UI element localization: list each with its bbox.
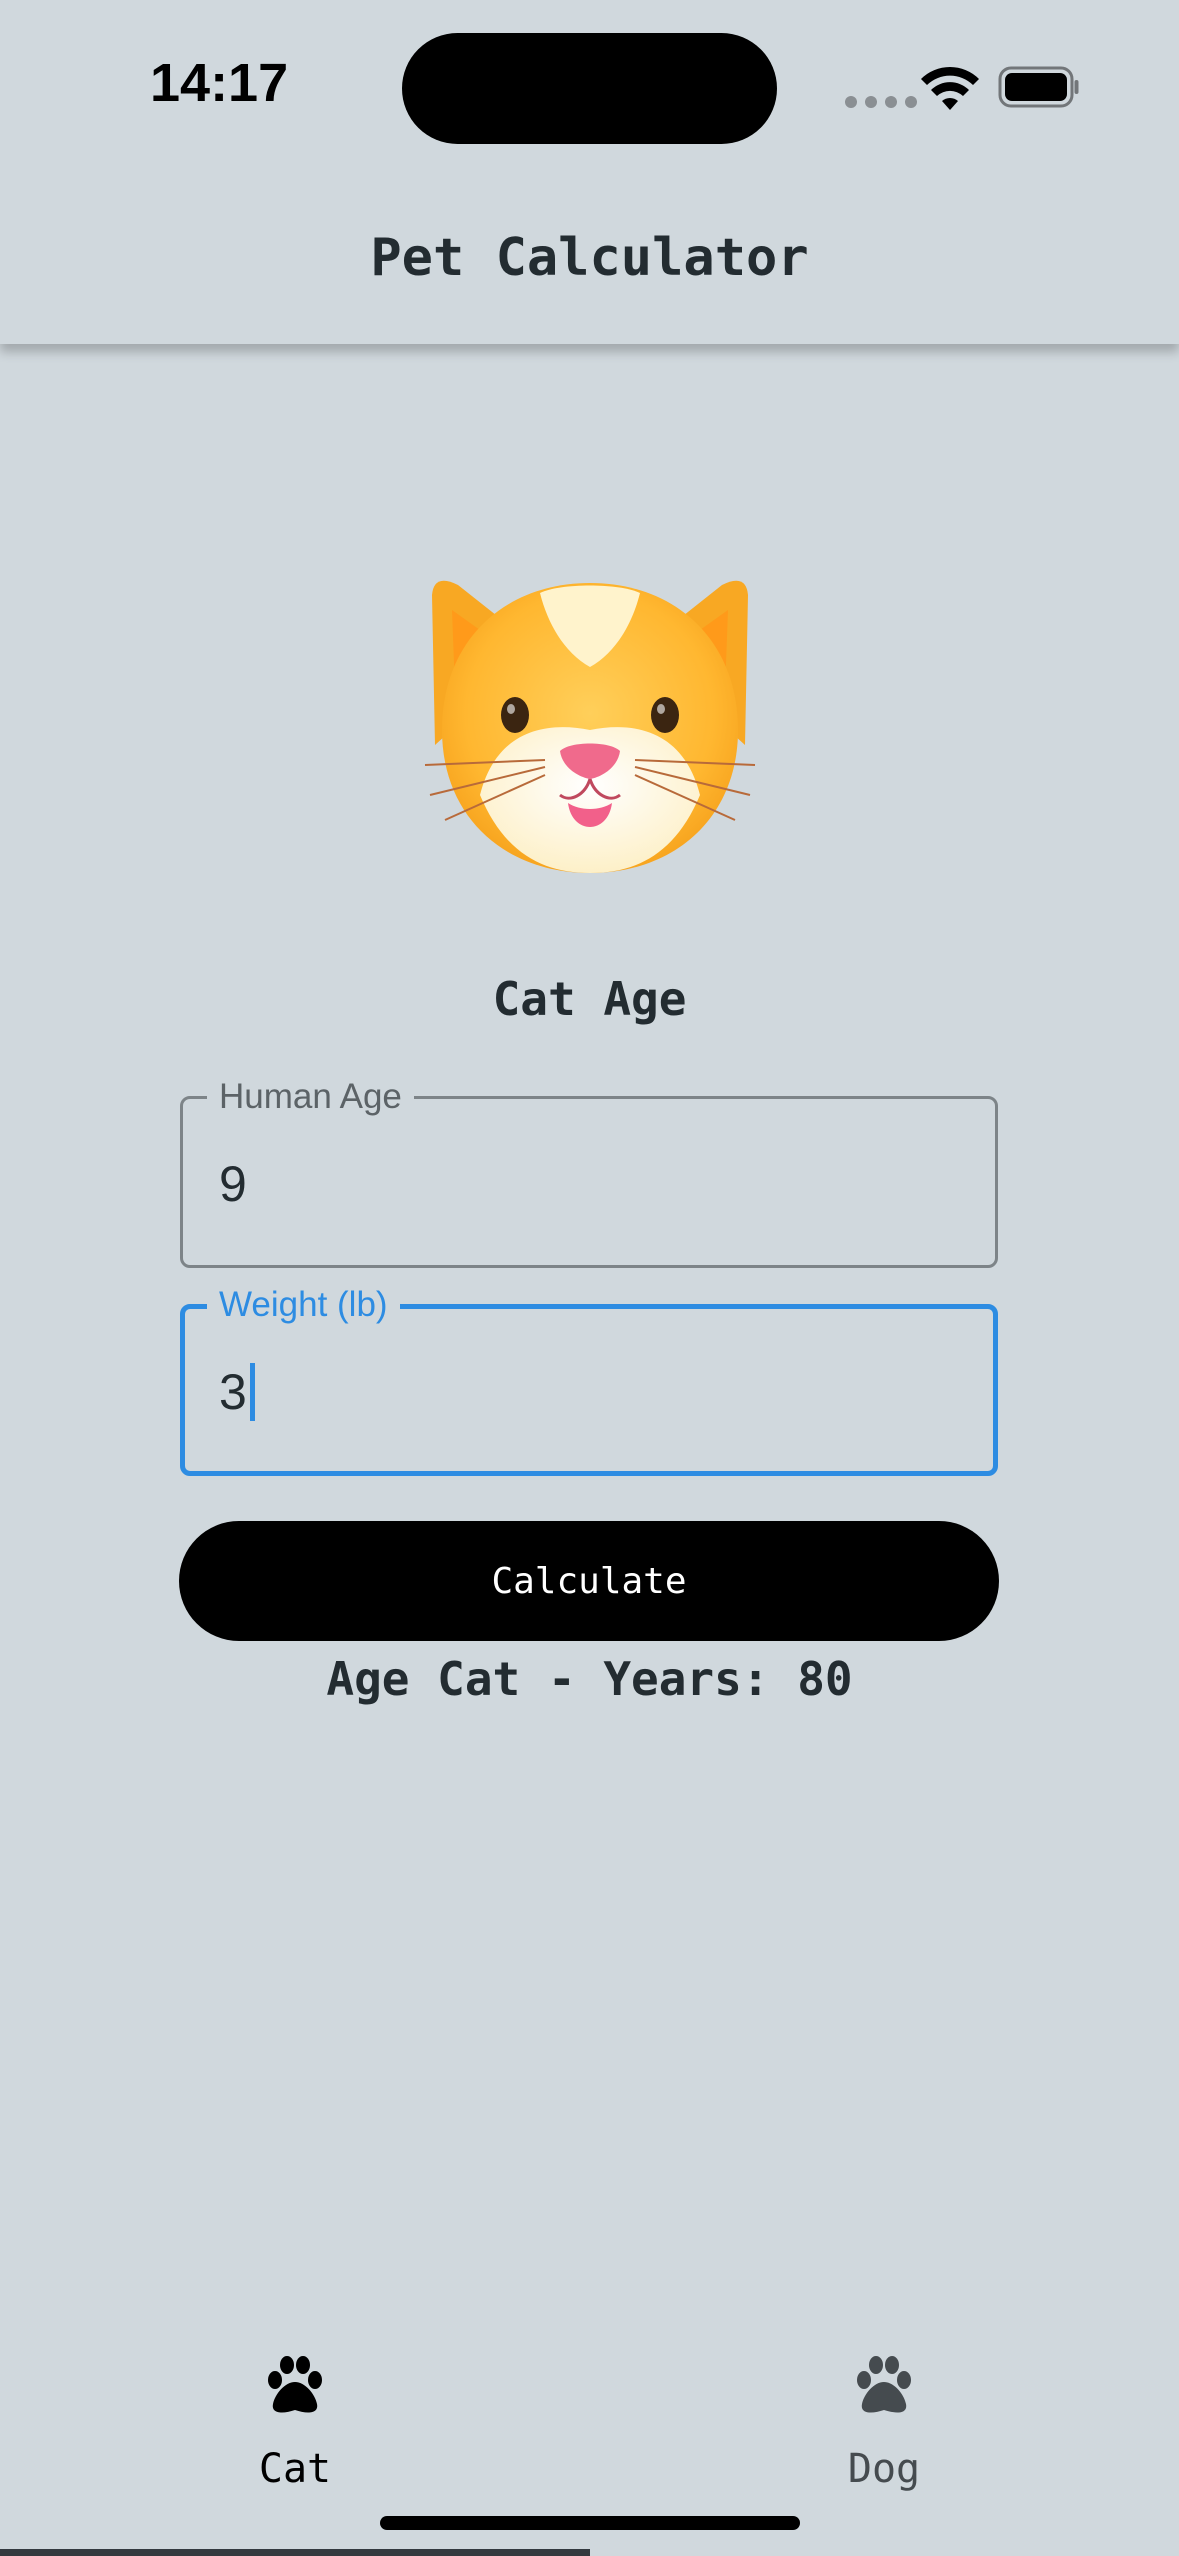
nav-item-dog[interactable]: Dog (764, 2352, 1004, 2492)
human-age-label: Human Age (207, 1075, 414, 1119)
nav-label-cat: Cat (258, 2446, 332, 2492)
section-title: Cat Age (492, 972, 687, 1026)
cellular-signal-icon (845, 96, 917, 108)
weight-value: 3 (219, 1364, 247, 1420)
result-text: Age Cat - Years: 80 (326, 1652, 853, 1706)
calculate-button[interactable]: Calculate (179, 1521, 999, 1641)
text-caret (249, 1363, 255, 1421)
home-indicator[interactable] (380, 2516, 800, 2530)
weight-label: Weight (lb) (207, 1283, 400, 1327)
wifi-icon (921, 66, 979, 110)
nav-label-dog: Dog (847, 2446, 921, 2492)
dynamic-island (402, 33, 777, 144)
page-title: Pet Calculator (370, 228, 809, 288)
screen: Pet Calculator 14:17 Cat Age Human Age 9… (0, 0, 1179, 2556)
human-age-value[interactable]: 9 (219, 1155, 247, 1213)
paw-icon (268, 2356, 322, 2413)
status-time: 14:17 (150, 53, 289, 113)
selected-tab-indicator (0, 2549, 590, 2556)
weight-input[interactable]: 3 (219, 1363, 255, 1421)
weight-field[interactable]: Weight (lb) 3 (180, 1283, 998, 1476)
paw-icon (857, 2356, 911, 2413)
nav-item-cat[interactable]: Cat (175, 2352, 415, 2492)
cat-face-icon (424, 580, 756, 873)
battery-icon (998, 66, 1079, 108)
human-age-field[interactable]: Human Age 9 (180, 1075, 998, 1268)
